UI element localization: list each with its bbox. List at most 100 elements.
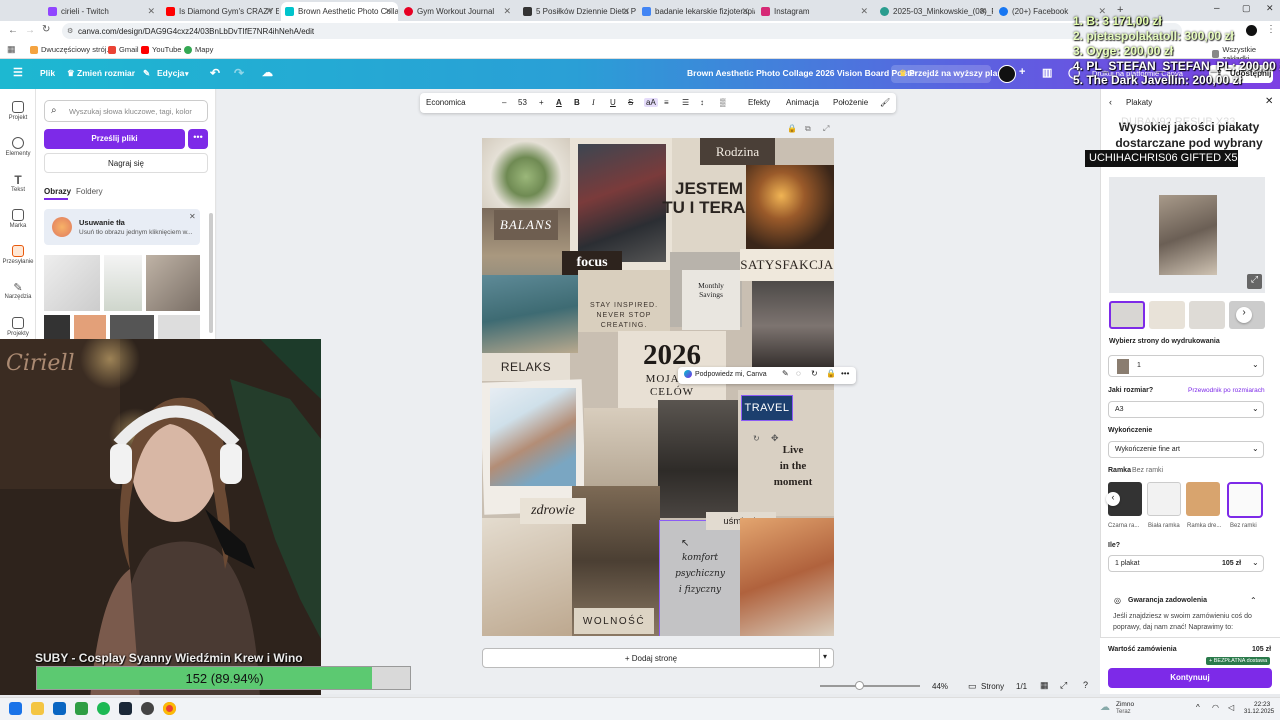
document-title[interactable]: Brown Aesthetic Photo Collage 2026 Visio…	[687, 68, 918, 78]
live-moment-label[interactable]: Live in the moment	[752, 438, 834, 494]
font-size-input[interactable]: 53	[518, 98, 527, 107]
wifi-icon[interactable]: ◠	[1212, 703, 1219, 712]
workshop-photo[interactable]	[752, 281, 834, 371]
bg-remove-promo[interactable]: Usuwanie tła Usuń tło obrazu jednym klik…	[44, 209, 200, 245]
add-page-icon[interactable]: ⤢	[823, 124, 829, 134]
lock-icon[interactable]: 🔒	[826, 369, 836, 378]
comment-icon[interactable]: ◌	[796, 369, 801, 378]
savings-text[interactable]: Monthly Savings	[686, 278, 736, 302]
add-collaborator-icon[interactable]: +	[1019, 66, 1025, 78]
frame-option-selected[interactable]	[1227, 482, 1263, 518]
quantity-select[interactable]: 1 plakat 105 zł ⌄	[1108, 555, 1264, 572]
browser-tab[interactable]: Instagram ✕	[757, 2, 874, 21]
thumbnail[interactable]	[44, 255, 100, 311]
preview-thumb[interactable]	[1149, 301, 1185, 329]
minimize-icon[interactable]: –	[1214, 3, 1220, 14]
text-color-icon[interactable]: A	[556, 98, 562, 107]
site-info-icon[interactable]: ⚙	[67, 27, 73, 35]
preview-thumb[interactable]	[1189, 301, 1225, 329]
forward-icon[interactable]: →	[25, 25, 35, 36]
stay-inspired-text[interactable]: STAY INSPIRED. NEVER STOP CREATING.	[578, 296, 670, 336]
chevron-right-icon[interactable]: ›	[1236, 307, 1252, 323]
paint-format-icon[interactable]: 🖌	[880, 98, 890, 107]
close-icon[interactable]: ✕	[1265, 96, 1273, 107]
chevron-down-icon[interactable]: ▾	[185, 70, 189, 78]
position-button[interactable]: Położenie	[833, 98, 868, 107]
font-size-decrease[interactable]: –	[502, 98, 506, 107]
thumbnail[interactable]	[146, 255, 200, 311]
gym-class-photo[interactable]	[578, 144, 666, 262]
rail-item-uploads[interactable]: Przesyłanie	[0, 245, 36, 265]
lock-icon[interactable]: 🔒	[787, 124, 797, 133]
zoom-slider[interactable]	[820, 685, 920, 687]
family-dinner-photo[interactable]	[746, 165, 834, 253]
home-office-photo[interactable]	[740, 518, 834, 636]
book-photo[interactable]	[584, 408, 658, 486]
browser-tab-active[interactable]: Brown Aesthetic Photo Collage ✕	[281, 2, 398, 21]
pages-select[interactable]: 1 ⌄	[1108, 355, 1264, 377]
url-field[interactable]: canva.com/design/DAG9G4cxz24/03BnLbDvTIf…	[62, 23, 1182, 39]
tab-folders[interactable]: Foldery	[76, 187, 103, 196]
nurses-photo[interactable]	[490, 388, 576, 486]
stairs-photo[interactable]	[658, 400, 738, 518]
vision-board-collage[interactable]: BALANS JESTEM TU I TERAZ Rodzina focus S…	[482, 138, 834, 636]
more-options-icon[interactable]: •••	[188, 129, 208, 149]
poster-preview[interactable]: ⤢	[1109, 177, 1265, 293]
thumbnail[interactable]	[74, 315, 106, 339]
close-icon[interactable]: ✕	[384, 6, 392, 17]
planner-photo[interactable]	[482, 518, 572, 636]
rail-item-tools[interactable]: ✎ Narzędzia	[0, 281, 36, 300]
rail-item-brand[interactable]: Marka	[0, 209, 36, 229]
chevron-left-icon[interactable]: ‹	[1106, 492, 1120, 506]
thumbnail[interactable]	[104, 255, 142, 311]
browser-tab[interactable]: cirieli - Twitch ✕	[44, 2, 161, 21]
steam-icon[interactable]	[119, 702, 132, 715]
finish-select[interactable]: Wykończenie fine art ⌄	[1108, 441, 1264, 458]
browser-tab[interactable]: 2025-03_Minkowskie_(08)_Pale✕	[876, 2, 993, 21]
rail-item-project[interactable]: Projekt	[0, 101, 36, 121]
reload-icon[interactable]: ↻	[42, 24, 50, 35]
avatar[interactable]	[1246, 25, 1257, 36]
search-input[interactable]: ⌕ Wyszukaj słowa kluczowe, tagi, kolor	[44, 100, 208, 122]
close-icon[interactable]: ✕	[189, 212, 196, 221]
browser-tab[interactable]: 5 Posiłków Dziennie Dieta Pud ✕	[519, 2, 636, 21]
grid-view-icon[interactable]: ▦	[1040, 680, 1049, 691]
rotate-icon[interactable]: ↻	[811, 369, 818, 378]
spacing-icon[interactable]: ↕	[700, 98, 704, 107]
rail-item-text[interactable]: T Tekst	[0, 173, 36, 193]
file-explorer-icon[interactable]	[31, 702, 44, 715]
record-button[interactable]: Nagraj się	[44, 153, 208, 173]
clock-date[interactable]: 31.12.2025	[1244, 709, 1274, 715]
bookmark[interactable]: Gmail	[108, 45, 139, 54]
apps-icon[interactable]: ▦	[7, 44, 16, 55]
continue-button[interactable]: Kontynuuj	[1108, 668, 1272, 688]
font-select[interactable]: Economica	[426, 98, 466, 107]
fullscreen-icon[interactable]: ⤢	[1060, 680, 1067, 691]
close-icon[interactable]: ✕	[622, 6, 630, 17]
user-avatar[interactable]	[998, 65, 1016, 83]
chrome-icon[interactable]	[163, 702, 176, 715]
chevron-down-icon[interactable]: ▾	[823, 652, 827, 661]
browser-tab[interactable]: Is Diamond Gym's CRAZY Ene ✕	[162, 2, 279, 21]
rotate-handle-icon[interactable]: ↻	[753, 434, 760, 443]
family-label[interactable]: Rodzina	[700, 138, 775, 165]
scrollbar[interactable]	[209, 213, 213, 333]
browser-tab[interactable]: Gym Workout Journal ✕	[400, 2, 517, 21]
close-icon[interactable]: ✕	[503, 6, 511, 17]
close-icon[interactable]: ✕	[147, 6, 155, 17]
transparency-icon[interactable]: ▒	[720, 98, 726, 107]
satisfaction-label[interactable]: SATYSFAKCJA	[740, 249, 834, 281]
frame-option[interactable]	[1186, 482, 1220, 516]
analytics-icon[interactable]: ▥	[1042, 66, 1052, 79]
chevron-up-icon[interactable]: ^	[1196, 703, 1200, 712]
bookmark[interactable]: YouTube	[141, 45, 181, 54]
tab-images[interactable]: Obrazy	[44, 187, 71, 196]
volume-icon[interactable]: ◁	[1228, 703, 1234, 712]
expand-icon[interactable]: ⤢	[1247, 274, 1262, 289]
case-icon[interactable]: aA	[644, 98, 658, 107]
close-icon[interactable]: ✕	[741, 6, 749, 17]
balance-label[interactable]: BALANS	[494, 210, 558, 240]
strikethrough-icon[interactable]: S	[628, 98, 633, 107]
animation-button[interactable]: Animacja	[786, 98, 819, 107]
file-menu[interactable]: Plik	[40, 68, 55, 78]
